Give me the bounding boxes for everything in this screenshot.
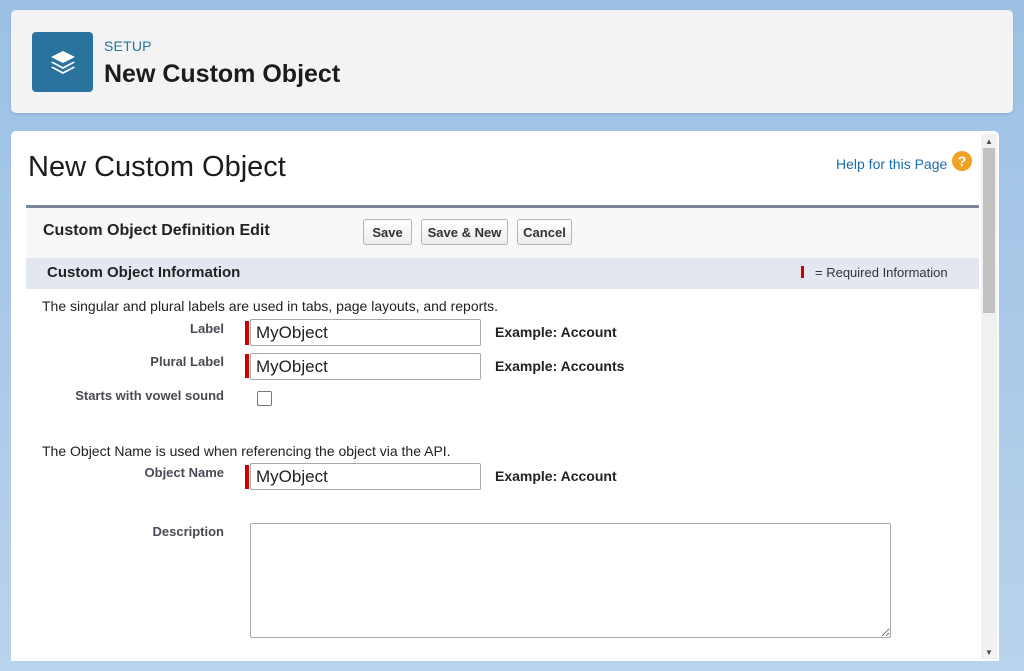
main-content: New Custom Object Help for this Page ? C… [11,131,999,661]
page-title: New Custom Object [28,151,286,183]
save-new-button[interactable]: Save & New [421,219,508,245]
scrollbar-thumb[interactable] [983,148,995,313]
api-info-text: The Object Name is used when referencing… [42,443,451,459]
required-legend: = Required Information [815,265,948,280]
vowel-sound-label: Starts with vowel sound [75,388,224,403]
required-marker [245,354,249,378]
label-field-label: Label [190,321,224,336]
setup-label: SETUP [104,38,152,54]
plural-label-field-label: Plural Label [150,354,224,369]
object-name-input[interactable] [250,463,481,490]
plural-label-example: Example: Accounts [495,358,625,374]
custom-object-form: Custom Object Definition Edit Save Save … [26,205,979,661]
help-icon[interactable]: ? [952,151,972,171]
cancel-button[interactable]: Cancel [517,219,572,245]
page-header: SETUP New Custom Object [11,10,1013,113]
plural-label-input[interactable] [250,353,481,380]
header-title: New Custom Object [104,60,341,88]
scroll-down-icon[interactable]: ▼ [981,645,997,659]
label-example: Example: Account [495,324,617,340]
section-title: Custom Object Information [47,264,241,281]
required-marker [245,465,249,489]
labels-info-text: The singular and plural labels are used … [42,298,499,314]
object-name-field-label: Object Name [144,465,224,480]
form-title: Custom Object Definition Edit [43,222,270,239]
layers-icon [32,32,93,92]
vertical-scrollbar[interactable]: ▲ ▼ [981,134,997,659]
required-indicator-icon [801,266,804,278]
vowel-sound-checkbox[interactable] [257,391,272,406]
section-header: Custom Object Information = Required Inf… [26,258,979,289]
description-field-label: Description [152,524,224,539]
required-marker [245,321,249,345]
form-header: Custom Object Definition Edit Save Save … [26,208,979,258]
object-name-example: Example: Account [495,468,617,484]
description-textarea[interactable] [250,523,891,638]
label-input[interactable] [250,319,481,346]
scroll-up-icon[interactable]: ▲ [981,134,997,148]
help-link[interactable]: Help for this Page [836,156,947,172]
save-button[interactable]: Save [363,219,412,245]
